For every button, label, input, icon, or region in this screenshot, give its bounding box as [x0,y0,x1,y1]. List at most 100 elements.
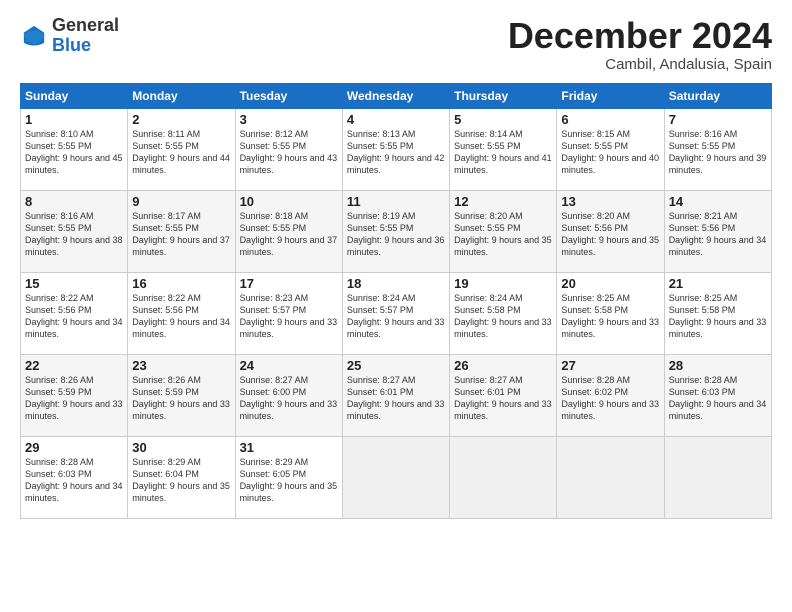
logo-blue: Blue [52,36,119,56]
calendar-page: General Blue December 2024 Cambil, Andal… [0,0,792,612]
calendar-cell [557,436,664,518]
day-number: 7 [669,112,767,127]
cell-info: Sunrise: 8:17 AMSunset: 5:55 PMDaylight:… [132,211,230,257]
calendar-cell: 30Sunrise: 8:29 AMSunset: 6:04 PMDayligh… [128,436,235,518]
cell-info: Sunrise: 8:11 AMSunset: 5:55 PMDaylight:… [132,129,230,175]
day-number: 20 [561,276,659,291]
header-row: Sunday Monday Tuesday Wednesday Thursday… [21,83,772,108]
cell-info: Sunrise: 8:12 AMSunset: 5:55 PMDaylight:… [240,129,338,175]
calendar-cell: 26Sunrise: 8:27 AMSunset: 6:01 PMDayligh… [450,354,557,436]
calendar-cell: 23 Sunrise: 8:26 AMSunset: 5:59 PMDayligh… [128,354,235,436]
day-number: 18 [347,276,445,291]
day-number: 15 [25,276,123,291]
day-number: 26 [454,358,552,373]
day-number: 24 [240,358,338,373]
cell-info: Sunrise: 8:27 AMSunset: 6:01 PMDaylight:… [347,375,445,421]
day-number: 23 [132,358,230,373]
calendar-cell: 14 Sunrise: 8:21 AMSunset: 5:56 PMDayligh… [664,190,771,272]
calendar-cell [664,436,771,518]
day-number: 29 [25,440,123,455]
day-number: 21 [669,276,767,291]
cell-info: Sunrise: 8:28 AMSunset: 6:03 PMDaylight:… [669,375,767,421]
cell-info: Sunrise: 8:25 AMSunset: 5:58 PMDaylight:… [561,293,659,339]
calendar-cell: 4 Sunrise: 8:13 AMSunset: 5:55 PMDaylight… [342,108,449,190]
logo: General Blue [20,16,119,56]
calendar-cell: 12Sunrise: 8:20 AMSunset: 5:55 PMDayligh… [450,190,557,272]
calendar-cell: 19Sunrise: 8:24 AMSunset: 5:58 PMDayligh… [450,272,557,354]
calendar-cell: 24 Sunrise: 8:27 AMSunset: 6:00 PMDayligh… [235,354,342,436]
day-number: 10 [240,194,338,209]
col-sunday: Sunday [21,83,128,108]
calendar-table: Sunday Monday Tuesday Wednesday Thursday… [20,83,772,519]
day-number: 2 [132,112,230,127]
calendar-week-3: 15 Sunrise: 8:22 AMSunset: 5:56 PMDayligh… [21,272,772,354]
day-number: 14 [669,194,767,209]
cell-info: Sunrise: 8:28 AMSunset: 6:02 PMDaylight:… [561,375,659,421]
calendar-week-1: 1Sunrise: 8:10 AMSunset: 5:55 PMDaylight… [21,108,772,190]
cell-info: Sunrise: 8:18 AMSunset: 5:55 PMDaylight:… [240,211,338,257]
cell-info: Sunrise: 8:27 AMSunset: 6:00 PMDaylight:… [240,375,338,421]
cell-info: Sunrise: 8:28 AMSunset: 6:03 PMDaylight:… [25,457,123,503]
day-number: 28 [669,358,767,373]
calendar-cell: 29 Sunrise: 8:28 AMSunset: 6:03 PMDayligh… [21,436,128,518]
cell-info: Sunrise: 8:10 AMSunset: 5:55 PMDaylight:… [25,129,123,175]
col-friday: Friday [557,83,664,108]
col-saturday: Saturday [664,83,771,108]
calendar-cell [342,436,449,518]
calendar-cell: 17Sunrise: 8:23 AMSunset: 5:57 PMDayligh… [235,272,342,354]
cell-info: Sunrise: 8:26 AMSunset: 5:59 PMDaylight:… [132,375,230,421]
col-tuesday: Tuesday [235,83,342,108]
cell-info: Sunrise: 8:22 AMSunset: 5:56 PMDaylight:… [132,293,230,339]
cell-info: Sunrise: 8:20 AMSunset: 5:56 PMDaylight:… [561,211,659,257]
calendar-cell: 22Sunrise: 8:26 AMSunset: 5:59 PMDayligh… [21,354,128,436]
day-number: 25 [347,358,445,373]
logo-general: General [52,16,119,36]
cell-info: Sunrise: 8:25 AMSunset: 5:58 PMDaylight:… [669,293,767,339]
calendar-week-5: 29 Sunrise: 8:28 AMSunset: 6:03 PMDayligh… [21,436,772,518]
calendar-cell: 11 Sunrise: 8:19 AMSunset: 5:55 PMDayligh… [342,190,449,272]
col-thursday: Thursday [450,83,557,108]
calendar-cell: 27 Sunrise: 8:28 AMSunset: 6:02 PMDayligh… [557,354,664,436]
cell-info: Sunrise: 8:14 AMSunset: 5:55 PMDaylight:… [454,129,552,175]
day-number: 22 [25,358,123,373]
calendar-cell: 25 Sunrise: 8:27 AMSunset: 6:01 PMDayligh… [342,354,449,436]
day-number: 31 [240,440,338,455]
calendar-cell: 13 Sunrise: 8:20 AMSunset: 5:56 PMDayligh… [557,190,664,272]
day-number: 8 [25,194,123,209]
logo-text: General Blue [52,16,119,56]
cell-info: Sunrise: 8:29 AMSunset: 6:05 PMDaylight:… [240,457,338,503]
cell-info: Sunrise: 8:16 AMSunset: 5:55 PMDaylight:… [25,211,123,257]
logo-icon [20,22,48,50]
calendar-cell: 16 Sunrise: 8:22 AMSunset: 5:56 PMDayligh… [128,272,235,354]
calendar-cell: 8 Sunrise: 8:16 AMSunset: 5:55 PMDaylight… [21,190,128,272]
calendar-cell: 6Sunrise: 8:15 AMSunset: 5:55 PMDaylight… [557,108,664,190]
col-monday: Monday [128,83,235,108]
calendar-cell: 15 Sunrise: 8:22 AMSunset: 5:56 PMDayligh… [21,272,128,354]
cell-info: Sunrise: 8:22 AMSunset: 5:56 PMDaylight:… [25,293,123,339]
cell-info: Sunrise: 8:19 AMSunset: 5:55 PMDaylight:… [347,211,445,257]
title-block: December 2024 Cambil, Andalusia, Spain [508,16,772,73]
calendar-cell: 2 Sunrise: 8:11 AMSunset: 5:55 PMDaylight… [128,108,235,190]
cell-info: Sunrise: 8:21 AMSunset: 5:56 PMDaylight:… [669,211,767,257]
day-number: 6 [561,112,659,127]
cell-info: Sunrise: 8:23 AMSunset: 5:57 PMDaylight:… [240,293,338,339]
day-number: 30 [132,440,230,455]
day-number: 13 [561,194,659,209]
calendar-week-2: 8 Sunrise: 8:16 AMSunset: 5:55 PMDaylight… [21,190,772,272]
cell-info: Sunrise: 8:13 AMSunset: 5:55 PMDaylight:… [347,129,445,175]
calendar-cell: 9Sunrise: 8:17 AMSunset: 5:55 PMDaylight… [128,190,235,272]
calendar-cell [450,436,557,518]
calendar-week-4: 22 Sunrise: 8:26 AMSunset: 5:59 PMDayligh… [21,354,772,436]
day-number: 27 [561,358,659,373]
cell-info: Sunrise: 8:16 AMSunset: 5:55 PMDaylight:… [669,129,767,175]
calendar-cell: 31 Sunrise: 8:29 AMSunset: 6:05 PMDayligh… [235,436,342,518]
location-subtitle: Cambil, Andalusia, Spain [508,56,772,73]
day-number: 4 [347,112,445,127]
day-number: 12 [454,194,552,209]
day-number: 11 [347,194,445,209]
cell-info: Sunrise: 8:24 AMSunset: 5:57 PMDaylight:… [347,293,445,339]
month-title: December 2024 [508,16,772,56]
day-number: 16 [132,276,230,291]
calendar-cell: 20 Sunrise: 8:25 AMSunset: 5:58 PMDayligh… [557,272,664,354]
calendar-cell: 10 Sunrise: 8:18 AMSunset: 5:55 PMDayligh… [235,190,342,272]
